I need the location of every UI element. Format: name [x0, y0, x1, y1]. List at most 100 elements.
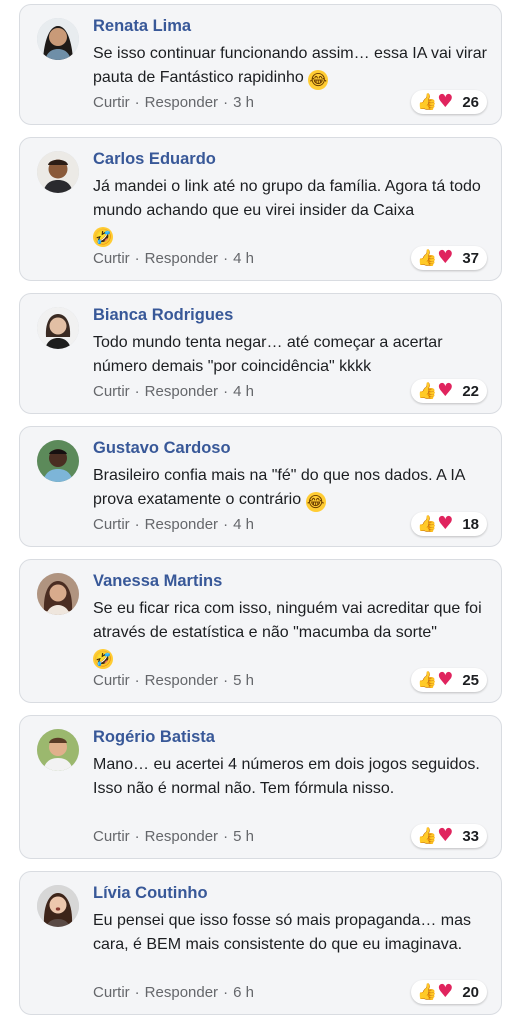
reaction-count: 26	[462, 93, 479, 111]
avatar[interactable]	[37, 307, 79, 349]
comment-actions: Curtir · Responder · 6 h	[93, 984, 254, 1001]
separator: ·	[223, 516, 229, 533]
separator: ·	[134, 672, 140, 689]
reaction-count: 20	[462, 983, 479, 1001]
reply-link[interactable]: Responder	[145, 94, 218, 111]
commenter-name[interactable]: Gustavo Cardoso	[93, 439, 231, 458]
comment-body: Se eu ficar rica com isso, ninguém vai a…	[93, 600, 482, 641]
avatar[interactable]	[37, 151, 79, 193]
commenter-name[interactable]: Bianca Rodrigues	[93, 306, 233, 325]
laughing-emoji-icon: 😂	[308, 70, 329, 90]
timestamp: 6 h	[233, 984, 254, 1001]
reactions-badge[interactable]: 👍 ♥ 20	[411, 980, 487, 1004]
reaction-count: 37	[462, 249, 479, 267]
comment-body: Eu pensei que isso fosse só mais propaga…	[93, 912, 471, 953]
comment-text: Eu pensei que isso fosse só mais propaga…	[93, 909, 488, 957]
like-link[interactable]: Curtir	[93, 94, 130, 111]
comment-text: Já mandei o link até no grupo da família…	[93, 175, 488, 247]
reply-link[interactable]: Responder	[145, 828, 218, 845]
thumbs-up-icon: 👍	[417, 92, 438, 111]
separator: ·	[223, 984, 229, 1001]
avatar[interactable]	[37, 885, 79, 927]
thumbs-up-icon: 👍	[417, 248, 438, 267]
comment-actions: Curtir · Responder · 4 h	[93, 250, 254, 267]
reactions-badge[interactable]: 👍 ♥ 25	[411, 668, 487, 692]
comment-body: Mano… eu acertei 4 números em dois jogos…	[93, 756, 480, 797]
reply-link[interactable]: Responder	[145, 250, 218, 267]
reaction-count: 18	[462, 515, 479, 533]
comment-body: Todo mundo tenta negar… até começar a ac…	[93, 334, 443, 375]
reply-link[interactable]: Responder	[145, 383, 218, 400]
timestamp: 5 h	[233, 828, 254, 845]
commenter-name[interactable]: Vanessa Martins	[93, 572, 222, 591]
comment-text: Se eu ficar rica com isso, ninguém vai a…	[93, 597, 488, 669]
comment-actions: Curtir · Responder · 5 h	[93, 828, 254, 845]
avatar[interactable]	[37, 440, 79, 482]
separator: ·	[134, 250, 140, 267]
thumbs-up-icon: 👍	[417, 514, 438, 533]
comment-card: Carlos Eduardo Já mandei o link até no g…	[19, 137, 502, 281]
heart-icon: ♥	[437, 513, 454, 534]
comment-body: Já mandei o link até no grupo da família…	[93, 178, 481, 219]
comment-text: Brasileiro confia mais na "fé" do que no…	[93, 464, 488, 512]
avatar[interactable]	[37, 573, 79, 615]
heart-icon: ♥	[437, 669, 454, 690]
like-link[interactable]: Curtir	[93, 828, 130, 845]
separator: ·	[134, 94, 140, 111]
separator: ·	[223, 250, 229, 267]
avatar[interactable]	[37, 18, 79, 60]
commenter-name[interactable]: Carlos Eduardo	[93, 150, 216, 169]
separator: ·	[223, 672, 229, 689]
laughing-emoji-icon: 😂	[305, 492, 326, 512]
reaction-count: 33	[462, 827, 479, 845]
separator: ·	[223, 828, 229, 845]
separator: ·	[223, 383, 229, 400]
separator: ·	[223, 94, 229, 111]
timestamp: 3 h	[233, 94, 254, 111]
heart-icon: ♥	[437, 380, 454, 401]
reactions-badge[interactable]: 👍 ♥ 37	[411, 246, 487, 270]
reactions-badge[interactable]: 👍 ♥ 26	[411, 90, 487, 114]
comment-card: Gustavo Cardoso Brasileiro confia mais n…	[19, 426, 502, 547]
thumbs-up-icon: 👍	[417, 982, 438, 1001]
like-link[interactable]: Curtir	[93, 672, 130, 689]
rolling-laughing-emoji-icon: 🤣	[93, 227, 113, 247]
like-link[interactable]: Curtir	[93, 516, 130, 533]
comment-actions: Curtir · Responder · 5 h	[93, 672, 254, 689]
heart-icon: ♥	[437, 247, 454, 268]
comment-text: Mano… eu acertei 4 números em dois jogos…	[93, 753, 488, 801]
comment-body: Brasileiro confia mais na "fé" do que no…	[93, 467, 465, 508]
like-link[interactable]: Curtir	[93, 250, 130, 267]
timestamp: 4 h	[233, 250, 254, 267]
reply-link[interactable]: Responder	[145, 516, 218, 533]
reaction-count: 22	[462, 382, 479, 400]
thumbs-up-icon: 👍	[417, 381, 438, 400]
timestamp: 5 h	[233, 672, 254, 689]
reactions-badge[interactable]: 👍 ♥ 22	[411, 379, 487, 403]
avatar[interactable]	[37, 729, 79, 771]
commenter-name[interactable]: Rogério Batista	[93, 728, 215, 747]
comment-text: Se isso continuar funcionando assim… ess…	[93, 42, 488, 90]
thumbs-up-icon: 👍	[417, 670, 438, 689]
comment-actions: Curtir · Responder · 4 h	[93, 516, 254, 533]
separator: ·	[134, 383, 140, 400]
timestamp: 4 h	[233, 516, 254, 533]
reply-link[interactable]: Responder	[145, 672, 218, 689]
commenter-name[interactable]: Renata Lima	[93, 17, 191, 36]
reply-link[interactable]: Responder	[145, 984, 218, 1001]
comment-card: Lívia Coutinho Eu pensei que isso fosse …	[19, 871, 502, 1015]
reactions-badge[interactable]: 👍 ♥ 18	[411, 512, 487, 536]
like-link[interactable]: Curtir	[93, 984, 130, 1001]
comment-card: Bianca Rodrigues Todo mundo tenta negar……	[19, 293, 502, 414]
comment-card: Rogério Batista Mano… eu acertei 4 númer…	[19, 715, 502, 859]
separator: ·	[134, 516, 140, 533]
comment-text: Todo mundo tenta negar… até começar a ac…	[93, 331, 488, 379]
separator: ·	[134, 984, 140, 1001]
like-link[interactable]: Curtir	[93, 383, 130, 400]
reaction-count: 25	[462, 671, 479, 689]
commenter-name[interactable]: Lívia Coutinho	[93, 884, 208, 903]
comment-actions: Curtir · Responder · 4 h	[93, 383, 254, 400]
comment-actions: Curtir · Responder · 3 h	[93, 94, 254, 111]
heart-icon: ♥	[437, 825, 454, 846]
reactions-badge[interactable]: 👍 ♥ 33	[411, 824, 487, 848]
